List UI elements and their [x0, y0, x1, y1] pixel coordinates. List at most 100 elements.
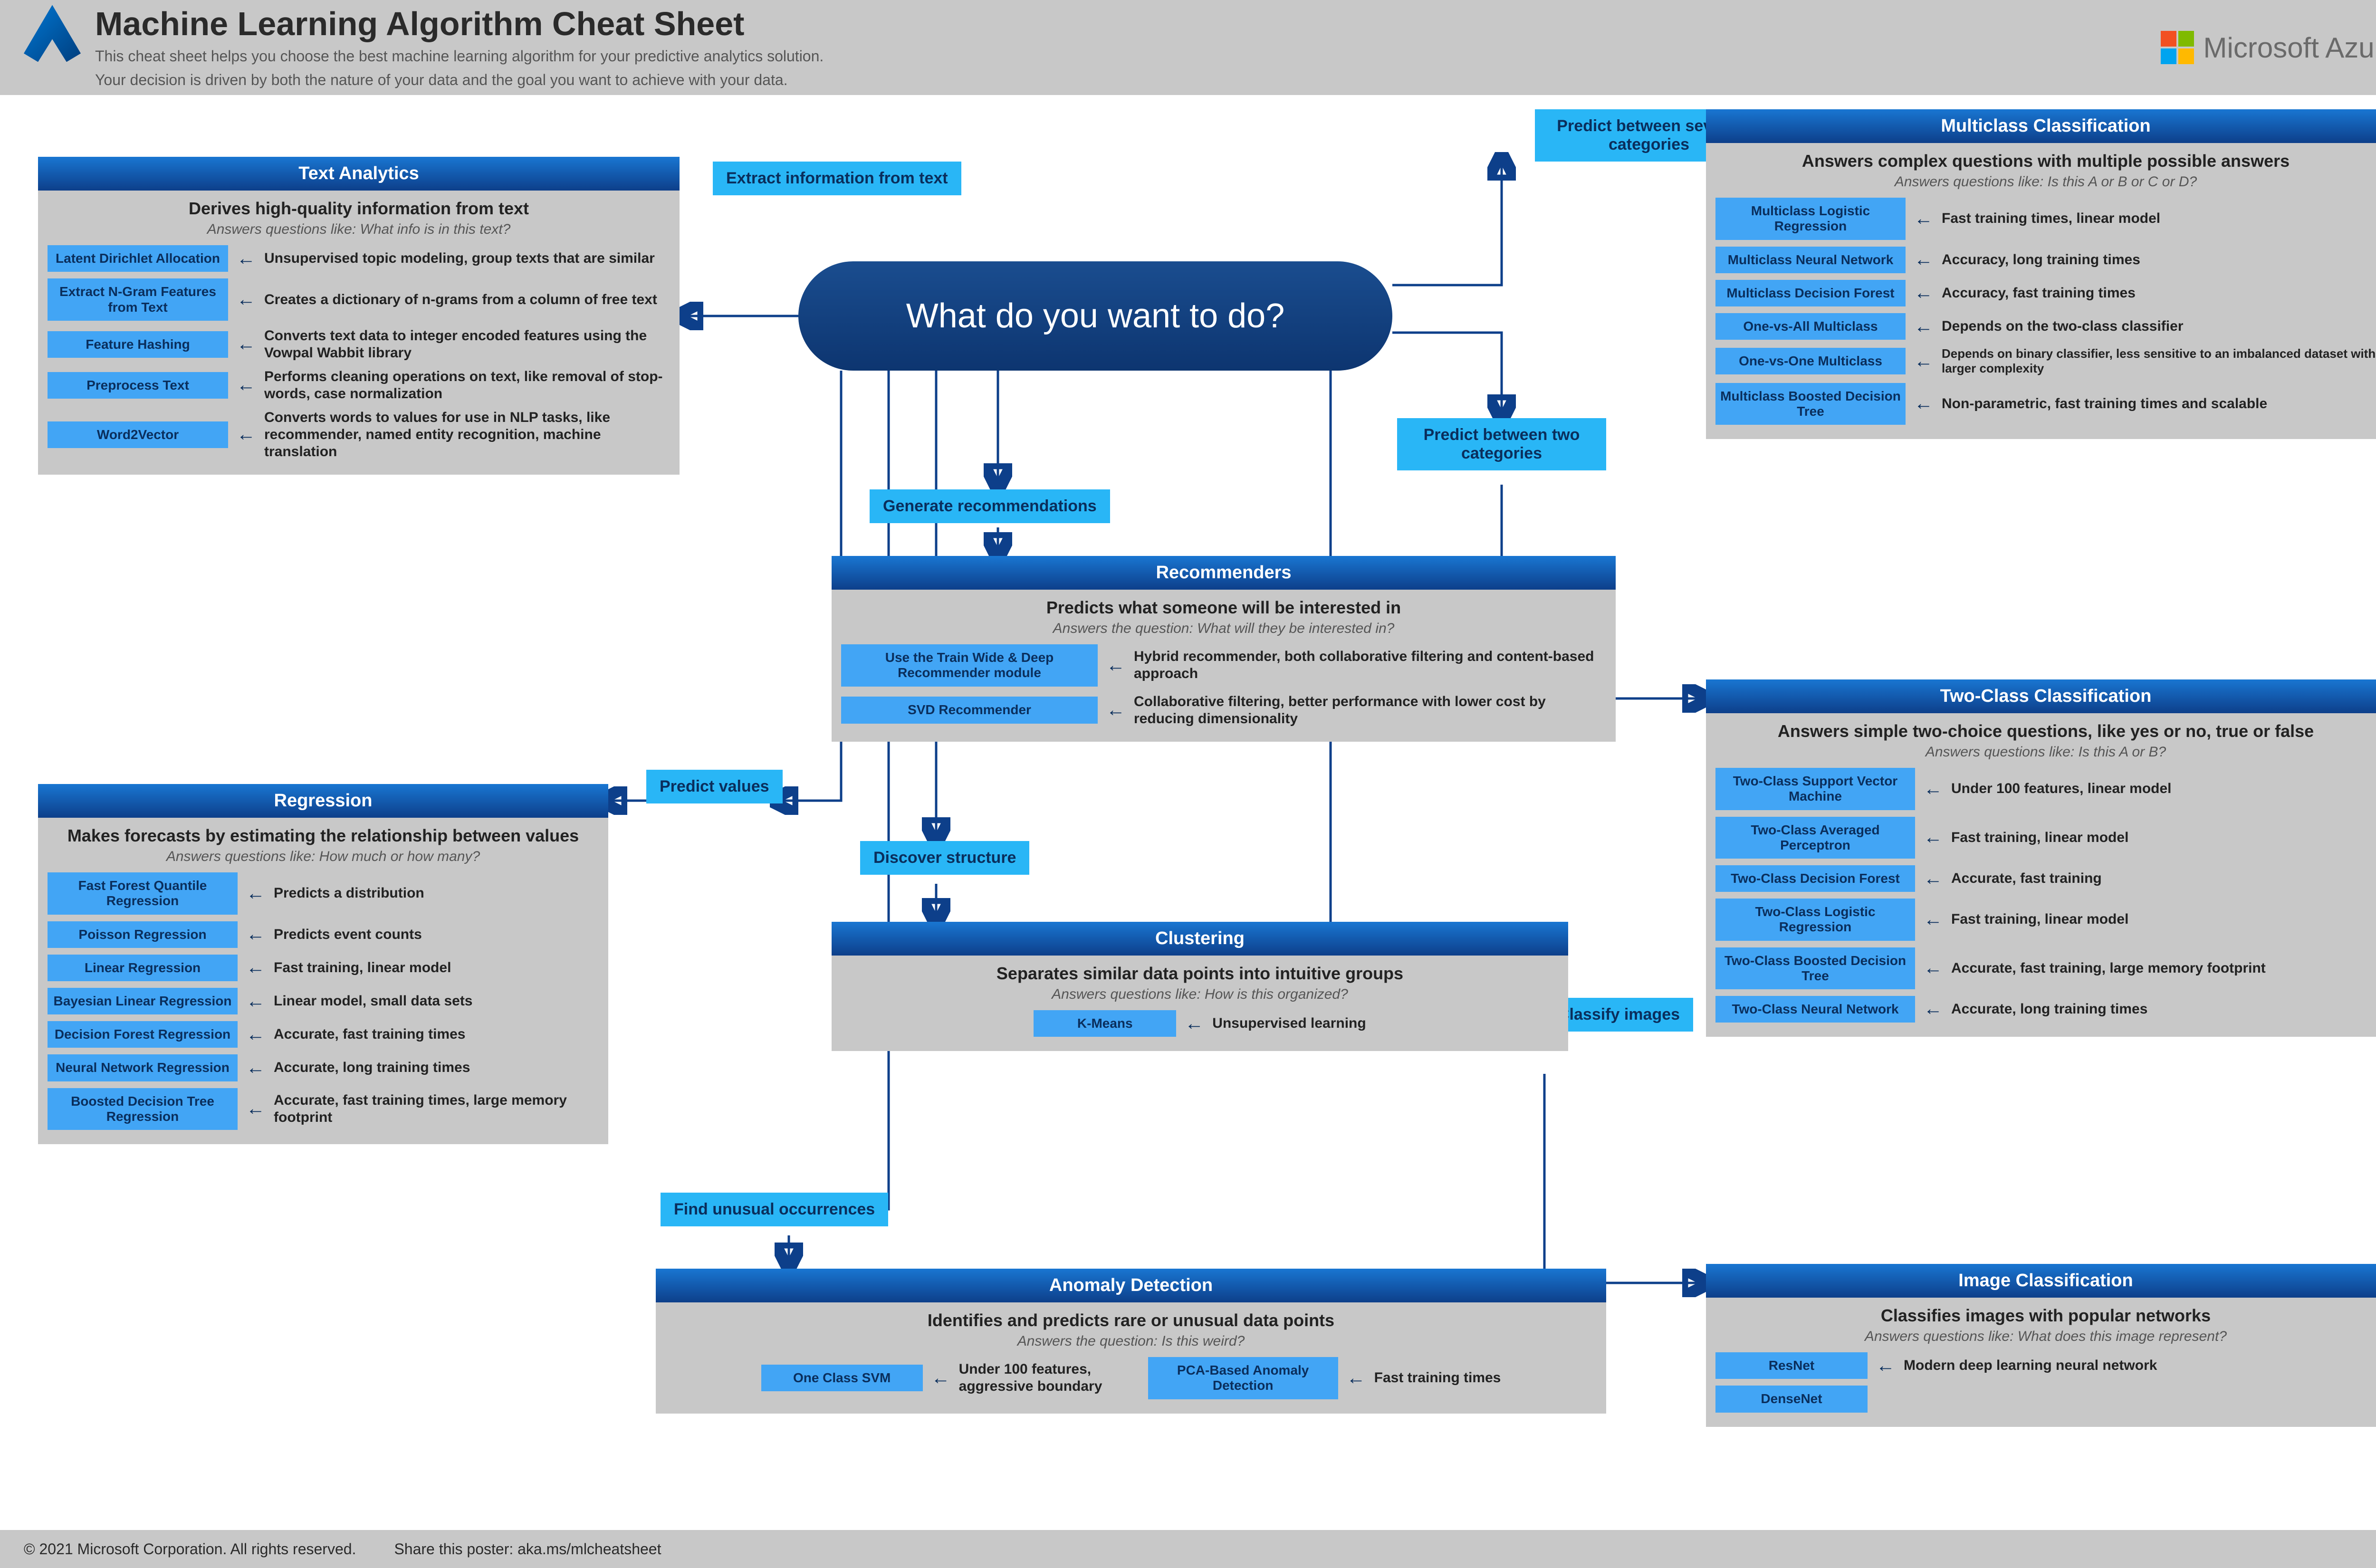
alg-desc: Performs cleaning operations on text, li…	[264, 368, 670, 402]
arrow-left-icon: ←	[1924, 957, 1943, 979]
box-desc: Identifies and predicts rare or unusual …	[665, 1310, 1597, 1330]
arrow-left-icon: ←	[1914, 282, 1933, 304]
box-question: Answers questions like: Is this A or B o…	[1715, 174, 2376, 190]
central-question: What do you want to do?	[798, 261, 1392, 371]
alg-desc: Accurate, long training times	[1951, 1001, 2147, 1018]
branch-generate-recs: Generate recommendations	[870, 489, 1110, 523]
box-title: Text Analytics	[38, 157, 680, 191]
alg-desc: Unsupervised topic modeling, group texts…	[264, 250, 655, 267]
box-recommenders: Recommenders Predicts what someone will …	[832, 556, 1616, 742]
alg-tcdf: Two-Class Decision Forest	[1715, 865, 1915, 892]
alg-ngram: Extract N-Gram Features from Text	[48, 278, 228, 320]
azure-logo-icon	[24, 5, 81, 62]
alg-desc: Fast training times, linear model	[1942, 210, 2160, 227]
brand-name: Microsoft Azure	[2204, 31, 2376, 64]
alg-mbdt: Multiclass Boosted Decision Tree	[1715, 383, 1906, 425]
arrow-left-icon: ←	[246, 957, 265, 978]
share-link: Share this poster: aka.ms/mlcheatsheet	[394, 1540, 661, 1558]
alg-resnet: ResNet	[1715, 1352, 1868, 1379]
arrow-left-icon: ←	[1106, 699, 1125, 721]
arrow-left-icon: ←	[1924, 998, 1943, 1020]
box-question: Answers questions like: What does this i…	[1715, 1329, 2376, 1345]
alg-desc: Non-parametric, fast training times and …	[1942, 395, 2267, 412]
subtitle-2: Your decision is driven by both the natu…	[95, 70, 824, 90]
alg-desc: Depends on the two-class classifier	[1942, 318, 2184, 335]
alg-kmeans: K-Means	[1034, 1010, 1176, 1037]
box-title: Multiclass Classification	[1706, 109, 2376, 143]
page-title: Machine Learning Algorithm Cheat Sheet	[95, 5, 824, 43]
arrow-left-icon: ←	[246, 1098, 265, 1119]
alg-desc: Linear model, small data sets	[274, 993, 473, 1010]
alg-tcbdt: Two-Class Boosted Decision Tree	[1715, 947, 1915, 989]
alg-svd: SVD Recommender	[841, 697, 1098, 723]
arrow-left-icon: ←	[1924, 827, 1943, 848]
alg-ovo: One-vs-One Multiclass	[1715, 348, 1906, 374]
box-question: Answers questions like: What info is in …	[48, 221, 670, 238]
alg-mdf: Multiclass Decision Forest	[1715, 280, 1906, 306]
box-title: Regression	[38, 784, 608, 818]
alg-word2vec: Word2Vector	[48, 421, 228, 448]
arrow-left-icon: ←	[1347, 1367, 1366, 1389]
branch-discover-structure: Discover structure	[860, 841, 1029, 875]
alg-mlr: Multiclass Logistic Regression	[1715, 198, 1906, 239]
alg-desc: Accurate, long training times	[274, 1059, 470, 1076]
box-desc: Answers simple two-choice questions, lik…	[1715, 721, 2376, 741]
alg-desc: Predicts a distribution	[274, 885, 424, 902]
alg-tcnn: Two-Class Neural Network	[1715, 996, 1915, 1023]
box-desc: Separates similar data points into intui…	[841, 963, 1559, 984]
alg-mnn: Multiclass Neural Network	[1715, 247, 1906, 273]
alg-desc: Accuracy, long training times	[1942, 251, 2140, 268]
arrow-left-icon: ←	[1924, 909, 1943, 930]
alg-desc: Fast training times	[1374, 1369, 1501, 1386]
alg-linear: Linear Regression	[48, 955, 238, 981]
arrow-left-icon: ←	[237, 334, 256, 355]
alg-svm: Two-Class Support Vector Machine	[1715, 768, 1915, 810]
alg-desc: Converts words to values for use in NLP …	[264, 409, 670, 460]
alg-desc: Accurate, fast training, large memory fo…	[1951, 960, 2266, 977]
alg-desc: Fast training, linear model	[1951, 829, 2128, 846]
box-title: Recommenders	[832, 556, 1616, 590]
arrow-left-icon: ←	[246, 1057, 265, 1079]
alg-feature-hash: Feature Hashing	[48, 331, 228, 358]
box-twoclass: Two-Class Classification Answers simple …	[1706, 679, 2376, 1037]
arrow-left-icon: ←	[237, 424, 256, 445]
alg-desc: Accurate, fast training	[1951, 870, 2102, 887]
branch-extract-text: Extract information from text	[713, 162, 961, 195]
alg-desc: Hybrid recommender, both collaborative f…	[1134, 648, 1606, 682]
box-question: Answers questions like: How much or how …	[48, 849, 599, 865]
arrow-left-icon: ←	[237, 248, 256, 269]
alg-avgperc: Two-Class Averaged Perceptron	[1715, 817, 1915, 859]
alg-desc: Creates a dictionary of n-grams from a c…	[264, 291, 657, 308]
alg-bdtr: Boosted Decision Tree Regression	[48, 1088, 238, 1130]
box-title: Two-Class Classification	[1706, 679, 2376, 713]
alg-ocsvm: One Class SVM	[761, 1365, 923, 1391]
arrow-left-icon: ←	[1924, 778, 1943, 800]
alg-desc: Accurate, fast training times, large mem…	[274, 1092, 599, 1126]
box-multiclass: Multiclass Classification Answers comple…	[1706, 109, 2376, 439]
microsoft-logo-icon	[2161, 31, 2194, 64]
alg-desc: Depends on binary classifier, less sensi…	[1942, 346, 2376, 376]
alg-desc: Collaborative filtering, better performa…	[1134, 693, 1606, 727]
box-title: Anomaly Detection	[656, 1269, 1606, 1302]
alg-desc: Accuracy, fast training times	[1942, 285, 2136, 302]
alg-tclr: Two-Class Logistic Regression	[1715, 899, 1915, 940]
alg-poisson: Poisson Regression	[48, 921, 238, 948]
arrow-left-icon: ←	[1914, 351, 1933, 372]
box-text-analytics: Text Analytics Derives high-quality info…	[38, 157, 680, 475]
box-anomaly: Anomaly Detection Identifies and predict…	[656, 1269, 1606, 1414]
arrow-left-icon: ←	[237, 289, 256, 310]
copyright: © 2021 Microsoft Corporation. All rights…	[24, 1540, 356, 1558]
alg-desc: Fast training, linear model	[274, 959, 451, 976]
arrow-left-icon: ←	[931, 1367, 950, 1389]
ms-brand: Microsoft Azure	[2161, 31, 2376, 64]
alg-ffqr: Fast Forest Quantile Regression	[48, 872, 238, 914]
header: Machine Learning Algorithm Cheat Sheet T…	[0, 0, 2376, 95]
arrow-left-icon: ←	[1914, 316, 1933, 337]
branch-predict-values: Predict values	[646, 770, 783, 803]
box-desc: Derives high-quality information from te…	[48, 198, 670, 219]
alg-ova: One-vs-All Multiclass	[1715, 313, 1906, 340]
box-desc: Predicts what someone will be interested…	[841, 597, 1606, 618]
arrow-left-icon: ←	[1106, 655, 1125, 676]
arrow-left-icon: ←	[1914, 249, 1933, 270]
arrow-left-icon: ←	[246, 883, 265, 904]
